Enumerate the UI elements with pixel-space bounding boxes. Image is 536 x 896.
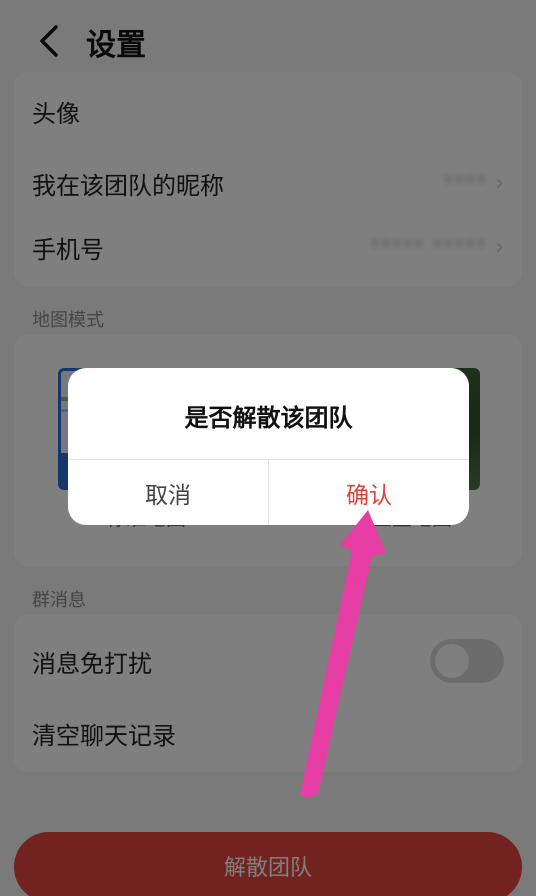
confirm-dialog: 是否解散该团队 取消 确认: [68, 368, 469, 525]
confirm-button[interactable]: 确认: [269, 460, 469, 525]
dialog-title: 是否解散该团队: [184, 404, 353, 432]
cancel-button[interactable]: 取消: [68, 460, 268, 525]
